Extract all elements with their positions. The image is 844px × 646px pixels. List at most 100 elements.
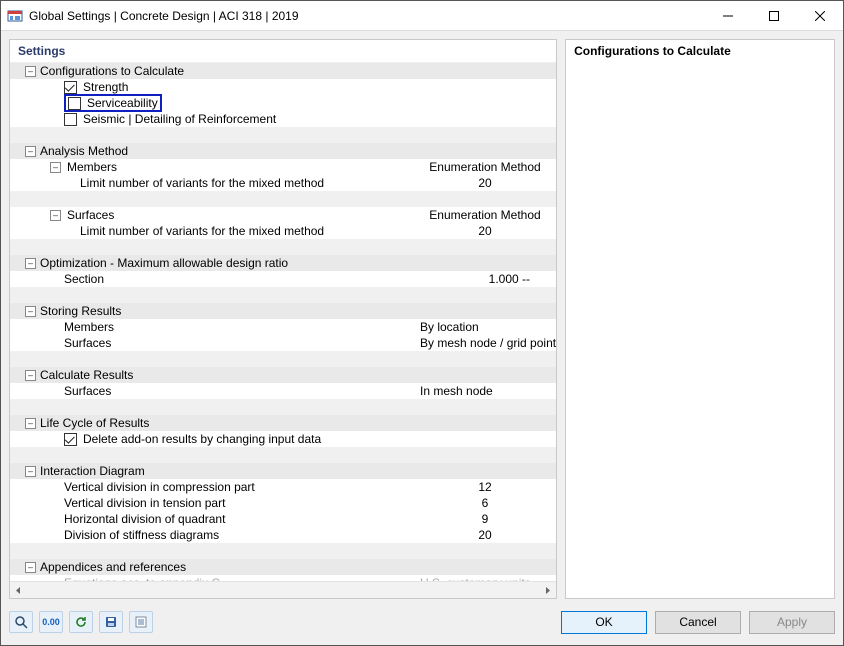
label: Equations acc. to appendix C <box>64 575 220 581</box>
checkbox-strength[interactable] <box>64 81 77 94</box>
collapse-icon[interactable]: – <box>25 418 36 429</box>
collapse-icon[interactable]: – <box>25 258 36 269</box>
section-optimization[interactable]: – Optimization - Maximum allowable desig… <box>10 255 556 271</box>
refresh-button[interactable] <box>69 611 93 633</box>
row-int-stiff[interactable]: Division of stiffness diagrams 20 <box>10 527 556 543</box>
value[interactable]: 6 <box>420 495 550 511</box>
section-configs[interactable]: – Configurations to Calculate <box>10 63 556 79</box>
row-analysis-surfaces[interactable]: – Surfaces Enumeration Method <box>10 207 556 223</box>
collapse-icon[interactable]: – <box>25 66 36 77</box>
scroll-track[interactable] <box>27 582 539 598</box>
horizontal-scrollbar[interactable] <box>10 581 556 598</box>
save-button[interactable] <box>99 611 123 633</box>
list-button[interactable] <box>129 611 153 633</box>
row-storing-members[interactable]: Members By location <box>10 319 556 335</box>
collapse-icon[interactable]: – <box>25 370 36 381</box>
spacer <box>10 399 556 415</box>
label: Delete add-on results by changing input … <box>83 431 321 447</box>
value[interactable]: 20 <box>420 223 550 239</box>
app-icon <box>7 8 23 24</box>
section-title: Interaction Diagram <box>40 463 145 479</box>
value[interactable]: Enumeration Method <box>420 207 550 223</box>
spacer <box>10 239 556 255</box>
label-serviceability: Serviceability <box>87 95 158 111</box>
value[interactable]: 20 <box>420 527 550 543</box>
close-button[interactable] <box>797 1 843 30</box>
row-serviceability[interactable]: Serviceability <box>10 95 556 111</box>
row-analysis-surfaces-limit[interactable]: Limit number of variants for the mixed m… <box>10 223 556 239</box>
value[interactable]: In mesh node <box>420 383 550 399</box>
checkbox-delete-addon[interactable] <box>64 433 77 446</box>
collapse-icon[interactable]: – <box>50 210 61 221</box>
minimize-button[interactable] <box>705 1 751 30</box>
section-analysis[interactable]: – Analysis Method <box>10 143 556 159</box>
spacer <box>10 191 556 207</box>
section-title: Storing Results <box>40 303 121 319</box>
label: Limit number of variants for the mixed m… <box>80 223 324 239</box>
value[interactable]: By mesh node / grid point <box>420 335 556 351</box>
value[interactable]: 9 <box>420 511 550 527</box>
window-title: Global Settings | Concrete Design | ACI … <box>29 9 705 23</box>
section-title: Life Cycle of Results <box>40 415 149 431</box>
row-analysis-members-limit[interactable]: Limit number of variants for the mixed m… <box>10 175 556 191</box>
row-calc-surfaces[interactable]: Surfaces In mesh node <box>10 383 556 399</box>
value[interactable]: 20 <box>420 175 550 191</box>
scroll-left-icon[interactable] <box>10 582 27 598</box>
section-calc[interactable]: – Calculate Results <box>10 367 556 383</box>
row-analysis-members[interactable]: – Members Enumeration Method <box>10 159 556 175</box>
value[interactable]: 12 <box>420 479 550 495</box>
units-label: 0.00 <box>42 617 60 627</box>
apply-button[interactable]: Apply <box>749 611 835 634</box>
collapse-icon[interactable]: – <box>50 162 61 173</box>
details-panel: Configurations to Calculate <box>565 39 835 599</box>
label: Section <box>64 271 104 287</box>
row-int-vcomp[interactable]: Vertical division in compression part 12 <box>10 479 556 495</box>
maximize-button[interactable] <box>751 1 797 30</box>
row-opt-section[interactable]: Section 1.000 -- <box>10 271 556 287</box>
collapse-icon[interactable]: – <box>25 146 36 157</box>
collapse-icon[interactable]: – <box>25 306 36 317</box>
label: Vertical division in compression part <box>64 479 255 495</box>
row-seismic[interactable]: Seismic | Detailing of Reinforcement <box>10 111 556 127</box>
section-interaction[interactable]: – Interaction Diagram <box>10 463 556 479</box>
checkbox-seismic[interactable] <box>64 113 77 126</box>
value[interactable]: Enumeration Method <box>420 159 550 175</box>
checkbox-serviceability[interactable] <box>68 97 81 110</box>
value[interactable]: By location <box>420 319 550 335</box>
label: Surfaces <box>64 335 111 351</box>
section-title: Appendices and references <box>40 559 186 575</box>
units-button[interactable]: 0.00 <box>39 611 63 633</box>
collapse-icon[interactable]: – <box>25 466 36 477</box>
section-lifecycle[interactable]: – Life Cycle of Results <box>10 415 556 431</box>
footer: 0.00 OK Cancel Apply <box>9 607 835 637</box>
settings-panel: Settings – Configurations to Calculate S… <box>9 39 557 599</box>
dialog-buttons: OK Cancel Apply <box>561 611 835 634</box>
search-button[interactable] <box>9 611 33 633</box>
label-strength: Strength <box>83 79 128 95</box>
highlight-serviceability: Serviceability <box>64 94 162 112</box>
label: Vertical division in tension part <box>64 495 225 511</box>
client-area: Settings – Configurations to Calculate S… <box>1 31 843 645</box>
settings-tree[interactable]: – Configurations to Calculate Strength <box>10 62 556 581</box>
row-int-hquad[interactable]: Horizontal division of quadrant 9 <box>10 511 556 527</box>
section-title: Optimization - Maximum allowable design … <box>40 255 288 271</box>
spacer <box>10 351 556 367</box>
row-lifecycle-delete[interactable]: Delete add-on results by changing input … <box>10 431 556 447</box>
ok-button[interactable]: OK <box>561 611 647 634</box>
value[interactable]: U.S. customary units <box>420 575 550 581</box>
value[interactable]: 1.000 -- <box>420 271 550 287</box>
cancel-button[interactable]: Cancel <box>655 611 741 634</box>
row-int-vten[interactable]: Vertical division in tension part 6 <box>10 495 556 511</box>
section-appendix[interactable]: – Appendices and references <box>10 559 556 575</box>
section-storing[interactable]: – Storing Results <box>10 303 556 319</box>
label: Surfaces <box>67 207 114 223</box>
row-strength[interactable]: Strength <box>10 79 556 95</box>
spacer <box>10 127 556 143</box>
spacer <box>10 287 556 303</box>
row-storing-surfaces[interactable]: Surfaces By mesh node / grid point <box>10 335 556 351</box>
spacer <box>10 543 556 559</box>
label: Members <box>67 159 117 175</box>
scroll-right-icon[interactable] <box>539 582 556 598</box>
row-appendix-eq[interactable]: Equations acc. to appendix C U.S. custom… <box>10 575 556 581</box>
collapse-icon[interactable]: – <box>25 562 36 573</box>
